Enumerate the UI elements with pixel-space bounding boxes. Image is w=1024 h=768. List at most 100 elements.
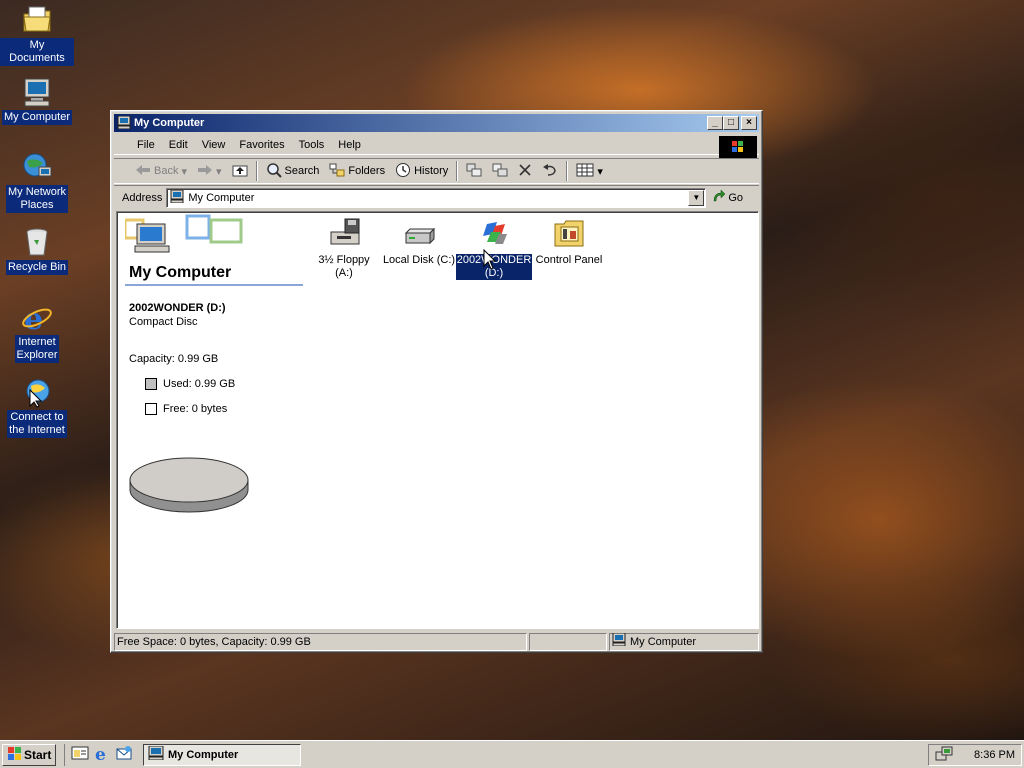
folders-label: Folders	[348, 165, 386, 177]
my-computer-window: My Computer _ □ × File Edit View Favorit…	[110, 110, 763, 653]
address-dropdown-button[interactable]: ▼	[688, 189, 705, 206]
system-tray: 8:36 PM	[928, 744, 1022, 766]
undo-icon	[542, 163, 558, 180]
drive-capacity: Capacity: 0.99 GB	[129, 353, 219, 365]
info-pane-banner-icon	[123, 214, 245, 265]
desktop-icon-connect-internet[interactable]: Connect to the Internet	[0, 376, 74, 438]
go-label: Go	[728, 191, 744, 204]
drive-used-row: Used: 0.99 GB	[145, 378, 235, 390]
search-button[interactable]: Search	[261, 160, 325, 182]
item-local-disk-c[interactable]: Local Disk (C:)	[380, 216, 458, 267]
item-control-panel[interactable]: Control Panel	[530, 216, 608, 267]
clock[interactable]: 8:36 PM	[974, 749, 1015, 761]
outlook-express-icon[interactable]	[115, 745, 133, 764]
menu-tools[interactable]: Tools	[292, 139, 332, 151]
back-arrow-icon	[135, 163, 151, 180]
history-icon	[395, 162, 411, 181]
standard-toolbar: Back ▾ ▾ Search Folders History ▾	[114, 158, 759, 184]
folders-icon	[329, 163, 345, 180]
menu-file[interactable]: File	[130, 139, 162, 151]
address-value: My Computer	[188, 191, 255, 204]
views-grid-icon	[576, 163, 594, 180]
search-icon	[266, 162, 282, 181]
status-zone-label: My Computer	[630, 636, 697, 648]
delete-x-icon	[518, 163, 532, 180]
quick-launch: e	[64, 743, 133, 766]
chevron-down-icon: ▾	[216, 165, 222, 178]
windows-logo-icon	[719, 136, 757, 158]
taskbar-button-my-computer[interactable]: My Computer	[143, 743, 301, 766]
menu-edit[interactable]: Edit	[162, 139, 195, 151]
menu-favorites[interactable]: Favorites	[232, 139, 291, 151]
toolbar-separator	[566, 161, 569, 181]
forward-button[interactable]: ▾	[192, 160, 227, 182]
history-button[interactable]: History	[390, 160, 453, 182]
move-to-icon	[466, 163, 482, 180]
selected-drive-name: 2002WONDER (D:)	[129, 302, 226, 314]
desktop-icon-my-computer[interactable]: My Computer	[0, 76, 74, 125]
copy-to-icon	[492, 163, 508, 180]
desktop-icon-internet-explorer[interactable]: e Internet Explorer	[0, 301, 74, 363]
status-zone: My Computer	[609, 632, 759, 651]
views-button[interactable]: ▾	[571, 160, 608, 182]
back-label: Back	[154, 165, 179, 177]
recycle-bin-icon	[21, 226, 53, 258]
info-pane-divider	[125, 284, 303, 286]
move-to-button[interactable]	[461, 160, 487, 182]
chevron-down-icon: ▾	[181, 165, 187, 178]
desktop-icon-label: My Documents	[0, 38, 74, 66]
menu-view[interactable]: View	[195, 139, 233, 151]
drive-free-row: Free: 0 bytes	[145, 403, 227, 415]
status-free-space: Free Space: 0 bytes, Capacity: 0.99 GB	[114, 633, 527, 651]
delete-button[interactable]	[513, 160, 537, 182]
folders-button[interactable]: Folders	[324, 160, 390, 182]
taskbar: Start e My Computer 8:36 PM	[0, 740, 1024, 768]
computer-icon	[148, 745, 164, 763]
forward-arrow-icon	[197, 163, 213, 180]
toolbar-separator	[456, 161, 459, 181]
used-swatch	[145, 378, 157, 390]
copy-to-button[interactable]	[487, 160, 513, 182]
search-label: Search	[284, 165, 320, 177]
start-button[interactable]: Start	[2, 743, 56, 766]
network-places-icon	[21, 151, 53, 183]
item-label: Control Panel	[535, 254, 603, 266]
desktop-icon-label: My Computer	[1, 110, 73, 125]
desktop-icon-my-documents[interactable]: My Documents	[0, 4, 74, 66]
info-pane: My Computer 2002WONDER (D:) Compact Disc…	[123, 212, 305, 628]
floppy-drive-icon	[327, 216, 361, 250]
desktop-icon-network-places[interactable]: My Network Places	[0, 151, 74, 213]
minimize-button[interactable]: _	[707, 116, 723, 130]
taskbar-button-label: My Computer	[168, 748, 239, 761]
drive-free: Free: 0 bytes	[163, 403, 228, 415]
menu-bar: File Edit View Favorites Tools Help	[114, 135, 759, 158]
address-input[interactable]: My Computer ▼	[166, 187, 707, 208]
desktop-icon-recycle-bin[interactable]: Recycle Bin	[0, 226, 74, 275]
back-button[interactable]: Back ▾	[130, 160, 192, 182]
desktop-icon-label: My Network Places	[5, 185, 69, 213]
desktop-icon-label: Internet Explorer	[14, 335, 60, 363]
internet-explorer-icon[interactable]: e	[93, 745, 111, 765]
desktop-icon-label: Connect to the Internet	[7, 410, 67, 438]
window-title: My Computer	[134, 117, 205, 129]
menu-help[interactable]: Help	[331, 139, 368, 151]
computer-icon	[612, 632, 626, 651]
up-folder-icon	[232, 163, 248, 180]
close-button[interactable]: ×	[741, 116, 757, 130]
free-swatch	[145, 403, 157, 415]
item-floppy-drive[interactable]: 3½ Floppy (A:)	[305, 216, 383, 280]
computer-icon	[170, 189, 184, 206]
up-folder-button[interactable]	[227, 160, 253, 182]
item-label: 3½ Floppy (A:)	[318, 254, 370, 279]
go-button[interactable]: Go	[712, 189, 743, 206]
window-titlebar[interactable]: My Computer _ □ ×	[114, 114, 759, 132]
control-panel-icon	[552, 216, 586, 250]
computer-icon	[21, 76, 53, 108]
maximize-button[interactable]: □	[723, 116, 739, 130]
address-bar: Address My Computer ▼ Go	[114, 185, 759, 209]
network-connection-icon[interactable]	[935, 746, 953, 765]
undo-button[interactable]	[537, 160, 563, 182]
desktop-icon-label: Recycle Bin	[5, 260, 69, 275]
show-desktop-icon[interactable]	[71, 745, 89, 764]
connect-internet-icon	[21, 376, 53, 408]
